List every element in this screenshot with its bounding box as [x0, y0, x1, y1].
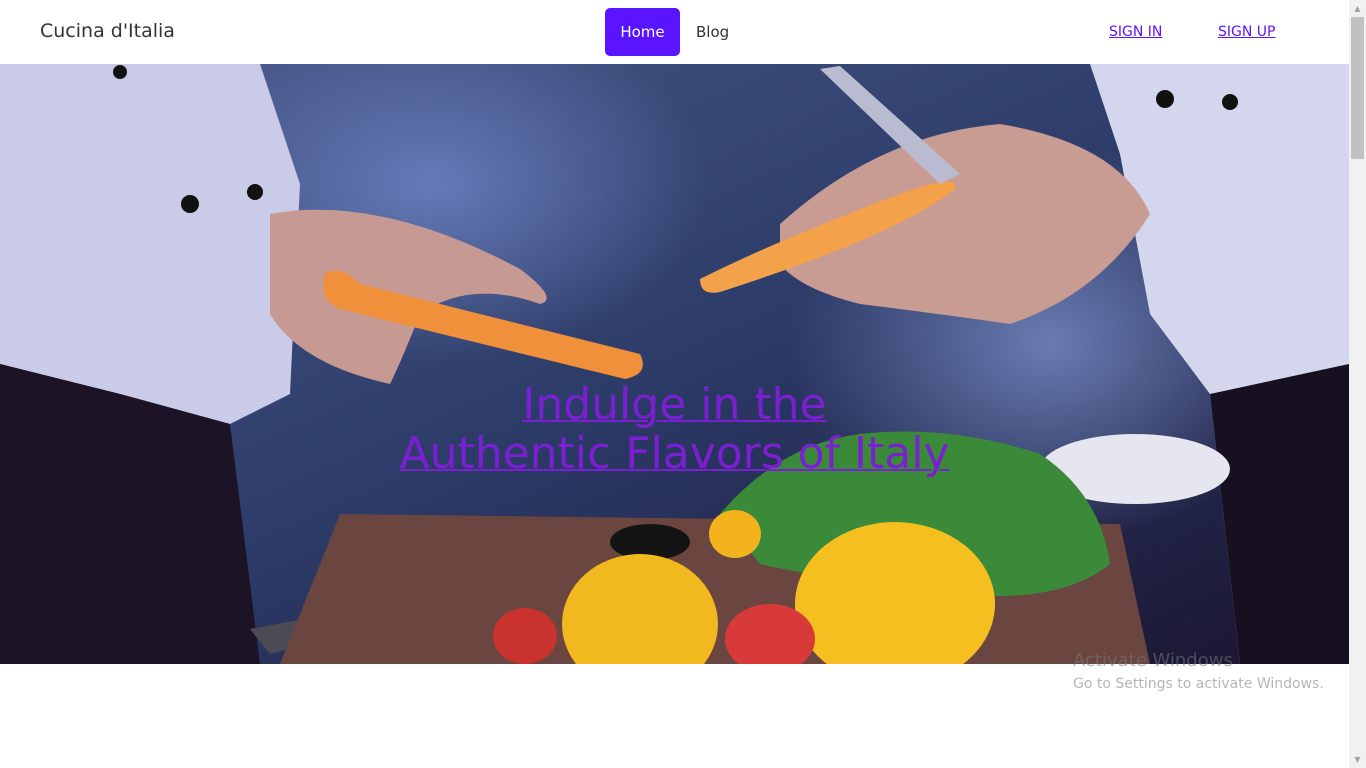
- sign-in-link[interactable]: SIGN IN: [1109, 24, 1162, 40]
- hero-banner: Indulge in the Authentic Flavors of Ital…: [0, 64, 1349, 664]
- scroll-thumb[interactable]: [1351, 17, 1364, 159]
- hero-title-line-1: Indulge in the: [522, 379, 827, 431]
- page: Cucina d'Italia Home Blog SIGN IN SIGN U…: [0, 0, 1349, 768]
- navbar: Cucina d'Italia Home Blog SIGN IN SIGN U…: [0, 0, 1349, 64]
- nav-home-link[interactable]: Home: [605, 8, 680, 56]
- vertical-scrollbar[interactable]: ▲ ▼: [1349, 0, 1366, 768]
- hero-title-line-2: Authentic Flavors of Italy: [399, 428, 950, 480]
- watermark-subtitle: Go to Settings to activate Windows.: [1073, 676, 1324, 692]
- hero-title-link[interactable]: Indulge in the Authentic Flavors of Ital…: [0, 380, 1349, 478]
- hero-background-image: [0, 64, 1349, 664]
- scroll-up-arrow-icon[interactable]: ▲: [1349, 0, 1366, 17]
- windows-activation-watermark: Activate Windows Go to Settings to activ…: [1073, 650, 1324, 695]
- scroll-down-arrow-icon[interactable]: ▼: [1349, 751, 1366, 768]
- nav-blog-link[interactable]: Blog: [696, 23, 729, 41]
- watermark-title: Activate Windows: [1073, 650, 1233, 671]
- sign-up-link[interactable]: SIGN UP: [1218, 24, 1275, 40]
- brand-logo-link[interactable]: Cucina d'Italia: [40, 20, 175, 42]
